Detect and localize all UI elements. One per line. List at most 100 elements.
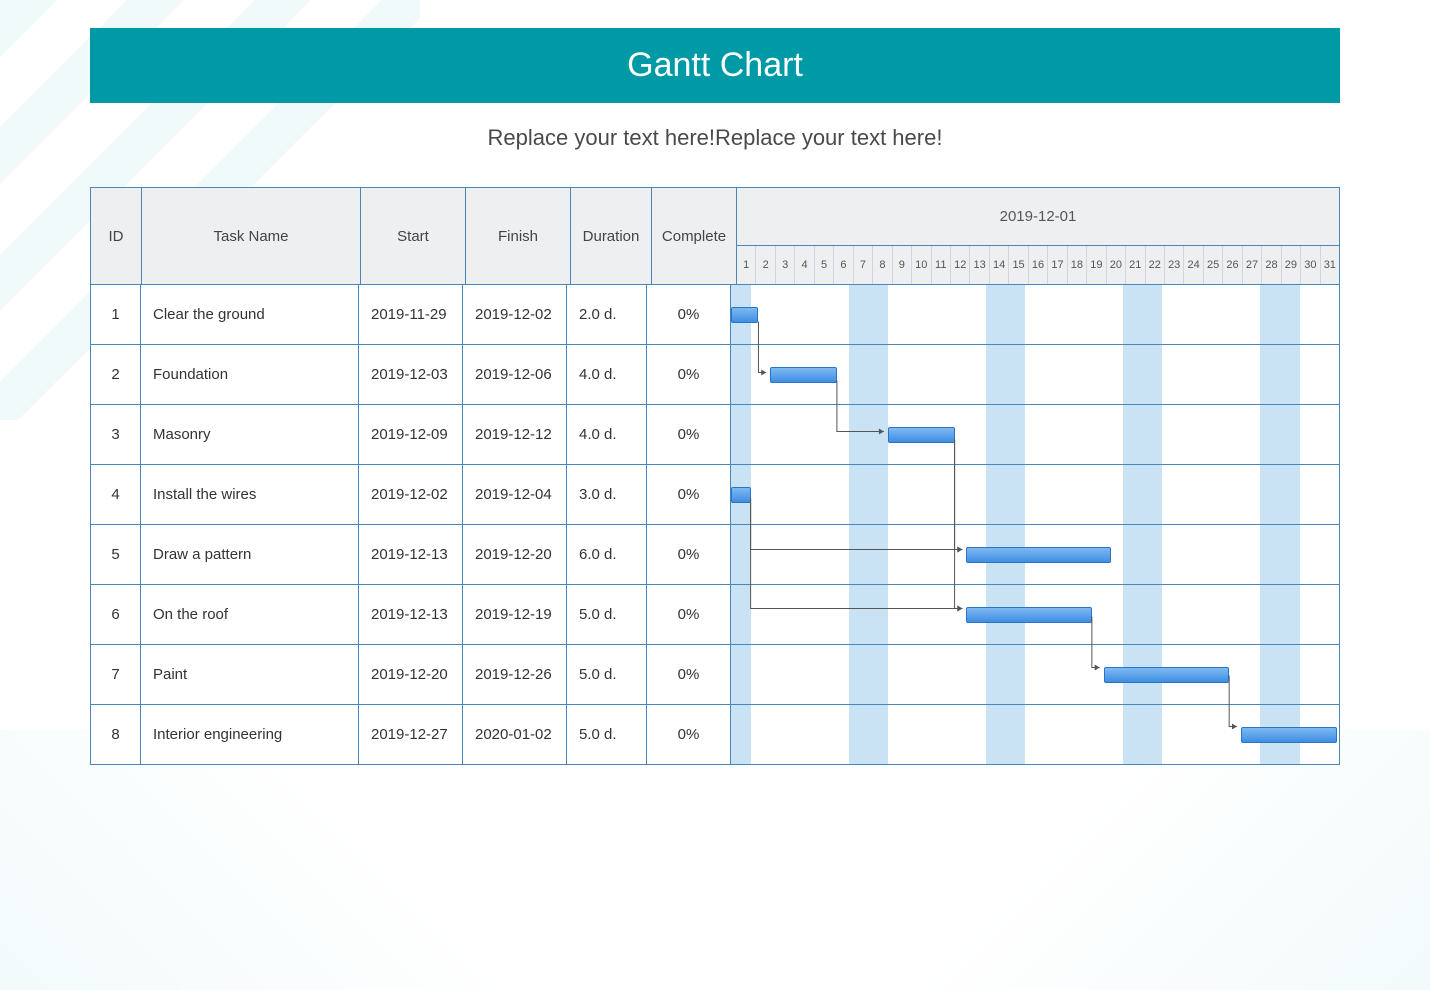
cell-finish: 2019-12-12 (463, 405, 567, 464)
cell-complete: 0% (647, 465, 731, 524)
timeline-row (731, 345, 1339, 404)
table-row: 6On the roof2019-12-132019-12-195.0 d.0% (91, 584, 1339, 644)
cell-complete: 0% (647, 405, 731, 464)
cell-start: 2019-12-20 (359, 645, 463, 704)
cell-id: 8 (91, 705, 141, 764)
cell-start: 2019-11-29 (359, 285, 463, 344)
cell-start: 2019-12-13 (359, 585, 463, 644)
cell-complete: 0% (647, 525, 731, 584)
timeline-day: 6 (834, 246, 853, 284)
gantt-bar[interactable] (966, 547, 1111, 563)
gantt-bar[interactable] (731, 307, 758, 323)
cell-id: 4 (91, 465, 141, 524)
timeline-day: 22 (1146, 246, 1165, 284)
table-row: 7Paint2019-12-202019-12-265.0 d.0% (91, 644, 1339, 704)
cell-finish: 2020-01-02 (463, 705, 567, 764)
cell-name: Foundation (141, 345, 359, 404)
col-header-name: Task Name (142, 188, 361, 284)
gantt-header: ID Task Name Start Finish Duration Compl… (91, 188, 1339, 284)
timeline-day: 19 (1087, 246, 1106, 284)
cell-finish: 2019-12-04 (463, 465, 567, 524)
cell-id: 5 (91, 525, 141, 584)
timeline-day: 27 (1243, 246, 1262, 284)
cell-start: 2019-12-02 (359, 465, 463, 524)
cell-name: Paint (141, 645, 359, 704)
cell-duration: 5.0 d. (567, 705, 647, 764)
timeline-day: 20 (1107, 246, 1126, 284)
cell-name: On the roof (141, 585, 359, 644)
cell-duration: 2.0 d. (567, 285, 647, 344)
timeline-day: 18 (1068, 246, 1087, 284)
table-row: 8Interior engineering2019-12-272020-01-0… (91, 704, 1339, 764)
timeline-row (731, 645, 1339, 704)
cell-id: 6 (91, 585, 141, 644)
cell-finish: 2019-12-19 (463, 585, 567, 644)
cell-start: 2019-12-27 (359, 705, 463, 764)
timeline-label: 2019-12-01 (737, 188, 1339, 246)
timeline-day: 24 (1184, 246, 1203, 284)
gantt-bar[interactable] (966, 607, 1092, 623)
timeline-row (731, 465, 1339, 524)
cell-start: 2019-12-09 (359, 405, 463, 464)
cell-name: Draw a pattern (141, 525, 359, 584)
timeline-day: 26 (1223, 246, 1242, 284)
cell-duration: 6.0 d. (567, 525, 647, 584)
cell-complete: 0% (647, 345, 731, 404)
gantt-bar[interactable] (888, 427, 955, 443)
cell-complete: 0% (647, 285, 731, 344)
timeline-day: 17 (1048, 246, 1067, 284)
cell-id: 7 (91, 645, 141, 704)
timeline-day: 10 (912, 246, 931, 284)
table-row: 2Foundation2019-12-032019-12-064.0 d.0% (91, 344, 1339, 404)
timeline-day: 15 (1009, 246, 1028, 284)
cell-id: 1 (91, 285, 141, 344)
timeline-day: 7 (854, 246, 873, 284)
timeline-day: 11 (932, 246, 951, 284)
gantt-bar[interactable] (1241, 727, 1337, 743)
cell-name: Clear the ground (141, 285, 359, 344)
cell-duration: 5.0 d. (567, 585, 647, 644)
cell-finish: 2019-12-20 (463, 525, 567, 584)
timeline-days: 1234567891011121314151617181920212223242… (737, 246, 1339, 284)
timeline-day: 4 (795, 246, 814, 284)
timeline-row (731, 405, 1339, 464)
timeline-day: 5 (815, 246, 834, 284)
table-row: 4Install the wires2019-12-022019-12-043.… (91, 464, 1339, 524)
timeline-row (731, 585, 1339, 644)
timeline-day: 2 (756, 246, 775, 284)
col-header-complete: Complete (652, 188, 737, 284)
timeline-day: 12 (951, 246, 970, 284)
timeline-row (731, 525, 1339, 584)
gantt-bar[interactable] (770, 367, 837, 383)
timeline-row (731, 705, 1339, 764)
cell-name: Interior engineering (141, 705, 359, 764)
cell-complete: 0% (647, 585, 731, 644)
timeline-day: 3 (776, 246, 795, 284)
timeline-day: 8 (873, 246, 892, 284)
cell-id: 3 (91, 405, 141, 464)
timeline-day: 28 (1262, 246, 1281, 284)
timeline-header: 2019-12-01 12345678910111213141516171819… (737, 188, 1339, 284)
gantt-container: ID Task Name Start Finish Duration Compl… (90, 187, 1340, 765)
table-row: 1Clear the ground2019-11-292019-12-022.0… (91, 284, 1339, 344)
cell-id: 2 (91, 345, 141, 404)
cell-finish: 2019-12-26 (463, 645, 567, 704)
cell-finish: 2019-12-02 (463, 285, 567, 344)
timeline-day: 30 (1301, 246, 1320, 284)
chart-title: Gantt Chart (90, 28, 1340, 103)
timeline-day: 9 (893, 246, 912, 284)
timeline-day: 1 (737, 246, 756, 284)
timeline-day: 23 (1165, 246, 1184, 284)
cell-name: Masonry (141, 405, 359, 464)
gantt-bar[interactable] (1104, 667, 1230, 683)
timeline-day: 29 (1282, 246, 1301, 284)
cell-duration: 5.0 d. (567, 645, 647, 704)
table-row: 3Masonry2019-12-092019-12-124.0 d.0% (91, 404, 1339, 464)
chart-subtitle: Replace your text here!Replace your text… (90, 125, 1340, 151)
cell-complete: 0% (647, 645, 731, 704)
cell-start: 2019-12-13 (359, 525, 463, 584)
cell-duration: 4.0 d. (567, 405, 647, 464)
gantt-bar[interactable] (731, 487, 751, 503)
timeline-day: 13 (970, 246, 989, 284)
timeline-day: 14 (990, 246, 1009, 284)
